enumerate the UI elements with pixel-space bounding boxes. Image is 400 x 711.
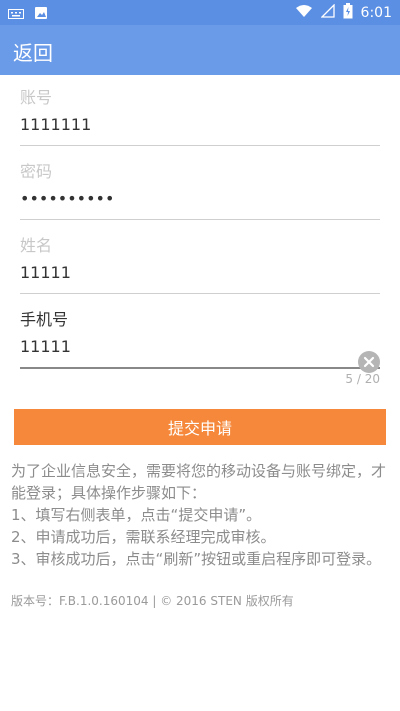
phone-label: 手机号 bbox=[20, 310, 69, 329]
name-underline bbox=[20, 293, 380, 294]
signal-icon bbox=[319, 3, 335, 22]
account-label: 账号 bbox=[20, 88, 53, 107]
name-input[interactable]: 11111 bbox=[20, 261, 380, 285]
status-bar: 6:01 bbox=[0, 0, 400, 25]
back-button[interactable]: 返回 bbox=[13, 37, 53, 66]
notice-step-1: 1、填写右侧表单，点击“提交申请”。 bbox=[11, 506, 262, 524]
password-field[interactable]: 密码 •••••••••• bbox=[20, 161, 380, 220]
notice-step-3: 3、审核成功后，点击“刷新”按钮或重启程序即可登录。 bbox=[11, 550, 382, 568]
phone-input[interactable]: 11111 bbox=[20, 335, 380, 359]
password-input[interactable]: •••••••••• bbox=[20, 187, 380, 211]
phone-underline bbox=[20, 367, 380, 369]
phone-char-counter: 5 / 20 bbox=[345, 372, 380, 386]
wifi-icon bbox=[295, 4, 313, 22]
app-bar: 返回 bbox=[0, 25, 400, 75]
status-time: 6:01 bbox=[360, 5, 392, 21]
account-input[interactable]: 1111111 bbox=[20, 113, 380, 137]
account-field[interactable]: 账号 1111111 bbox=[20, 87, 380, 146]
name-field[interactable]: 姓名 11111 bbox=[20, 235, 380, 294]
submit-button[interactable]: 提交申请 bbox=[14, 409, 386, 445]
notice-intro: 为了企业信息安全，需要将您的移动设备与账号绑定，才能登录；具体操作步骤如下： bbox=[11, 462, 387, 502]
password-label: 密码 bbox=[20, 162, 53, 181]
account-underline bbox=[20, 145, 380, 146]
keyboard-icon bbox=[8, 5, 24, 24]
password-underline bbox=[20, 219, 380, 220]
notice-step-2: 2、申请成功后，需联系经理完成审核。 bbox=[11, 528, 276, 546]
clear-icon[interactable] bbox=[358, 351, 380, 373]
battery-icon bbox=[343, 3, 353, 23]
phone-field[interactable]: 手机号 11111 bbox=[20, 309, 380, 373]
binding-notice: 为了企业信息安全，需要将您的移动设备与账号绑定，才能登录；具体操作步骤如下： 1… bbox=[11, 460, 386, 570]
image-icon bbox=[34, 5, 48, 24]
version-info: 版本号：F.B.1.0.160104 | © 2016 STEN 版权所有 bbox=[11, 594, 294, 608]
name-label: 姓名 bbox=[20, 236, 53, 255]
